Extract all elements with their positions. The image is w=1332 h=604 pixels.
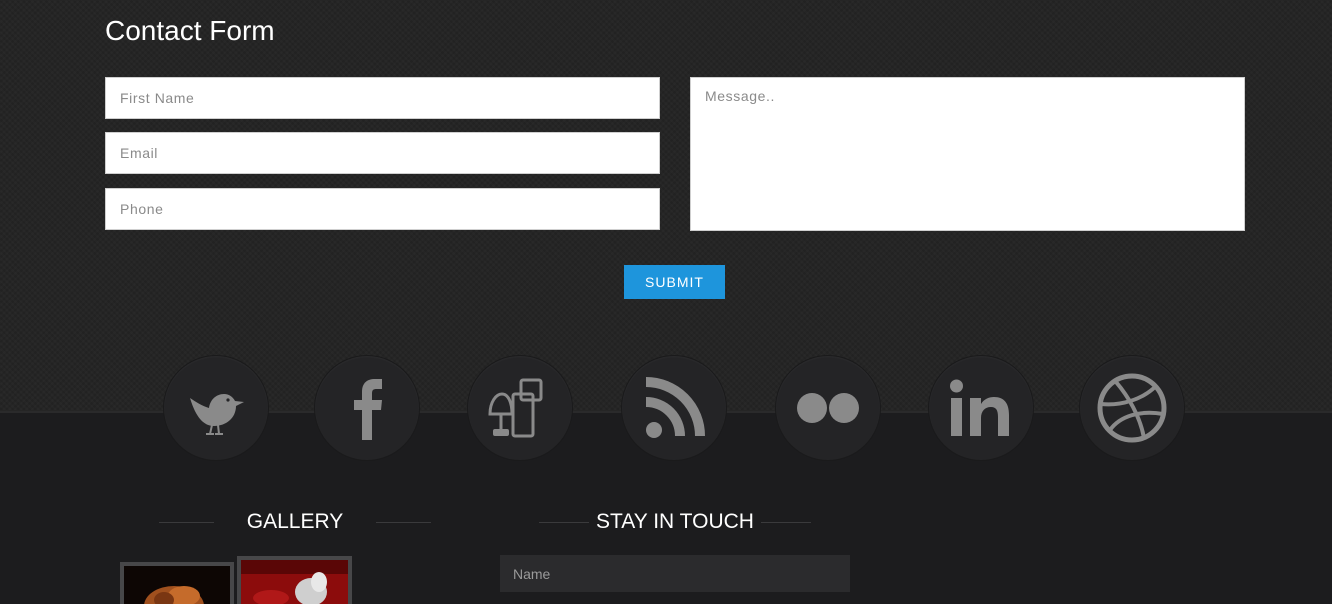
flickr-icon bbox=[797, 393, 859, 423]
message-textarea[interactable] bbox=[690, 77, 1245, 231]
submit-button[interactable]: SUBMIT bbox=[624, 265, 725, 299]
linkedin-icon bbox=[950, 379, 1009, 436]
linkedin-link[interactable] bbox=[929, 356, 1033, 460]
first-name-input[interactable] bbox=[105, 77, 660, 119]
facebook-link[interactable] bbox=[315, 356, 419, 460]
gallery-thumbnail[interactable] bbox=[120, 562, 234, 604]
dribbble-link[interactable] bbox=[1080, 356, 1184, 460]
gallery-thumbnail[interactable] bbox=[237, 556, 352, 604]
email-input[interactable] bbox=[105, 132, 660, 174]
phone-input[interactable] bbox=[105, 188, 660, 230]
dribbble-icon bbox=[1097, 373, 1167, 443]
newsletter-name-input[interactable] bbox=[500, 555, 850, 592]
gallery-thumbnail-image bbox=[124, 566, 230, 604]
stay-in-touch-rule-right bbox=[761, 522, 811, 523]
flickr-link[interactable] bbox=[776, 356, 880, 460]
contact-form-title: Contact Form bbox=[105, 15, 275, 46]
delicious-icon bbox=[488, 378, 543, 438]
stay-in-touch-title: STAY IN TOUCH bbox=[596, 510, 754, 533]
twitter-link[interactable] bbox=[164, 356, 268, 460]
gallery-title: GALLERY bbox=[246, 510, 344, 533]
twitter-bird-icon bbox=[190, 394, 244, 435]
delicious-link[interactable] bbox=[468, 356, 572, 460]
rss-icon bbox=[645, 377, 705, 438]
gallery-rule-left bbox=[159, 522, 214, 523]
rss-link[interactable] bbox=[622, 356, 726, 460]
gallery-rule-right bbox=[376, 522, 431, 523]
gallery-thumbnail-image bbox=[241, 560, 348, 604]
stay-in-touch-rule-left bbox=[539, 522, 589, 523]
facebook-icon bbox=[354, 379, 382, 440]
